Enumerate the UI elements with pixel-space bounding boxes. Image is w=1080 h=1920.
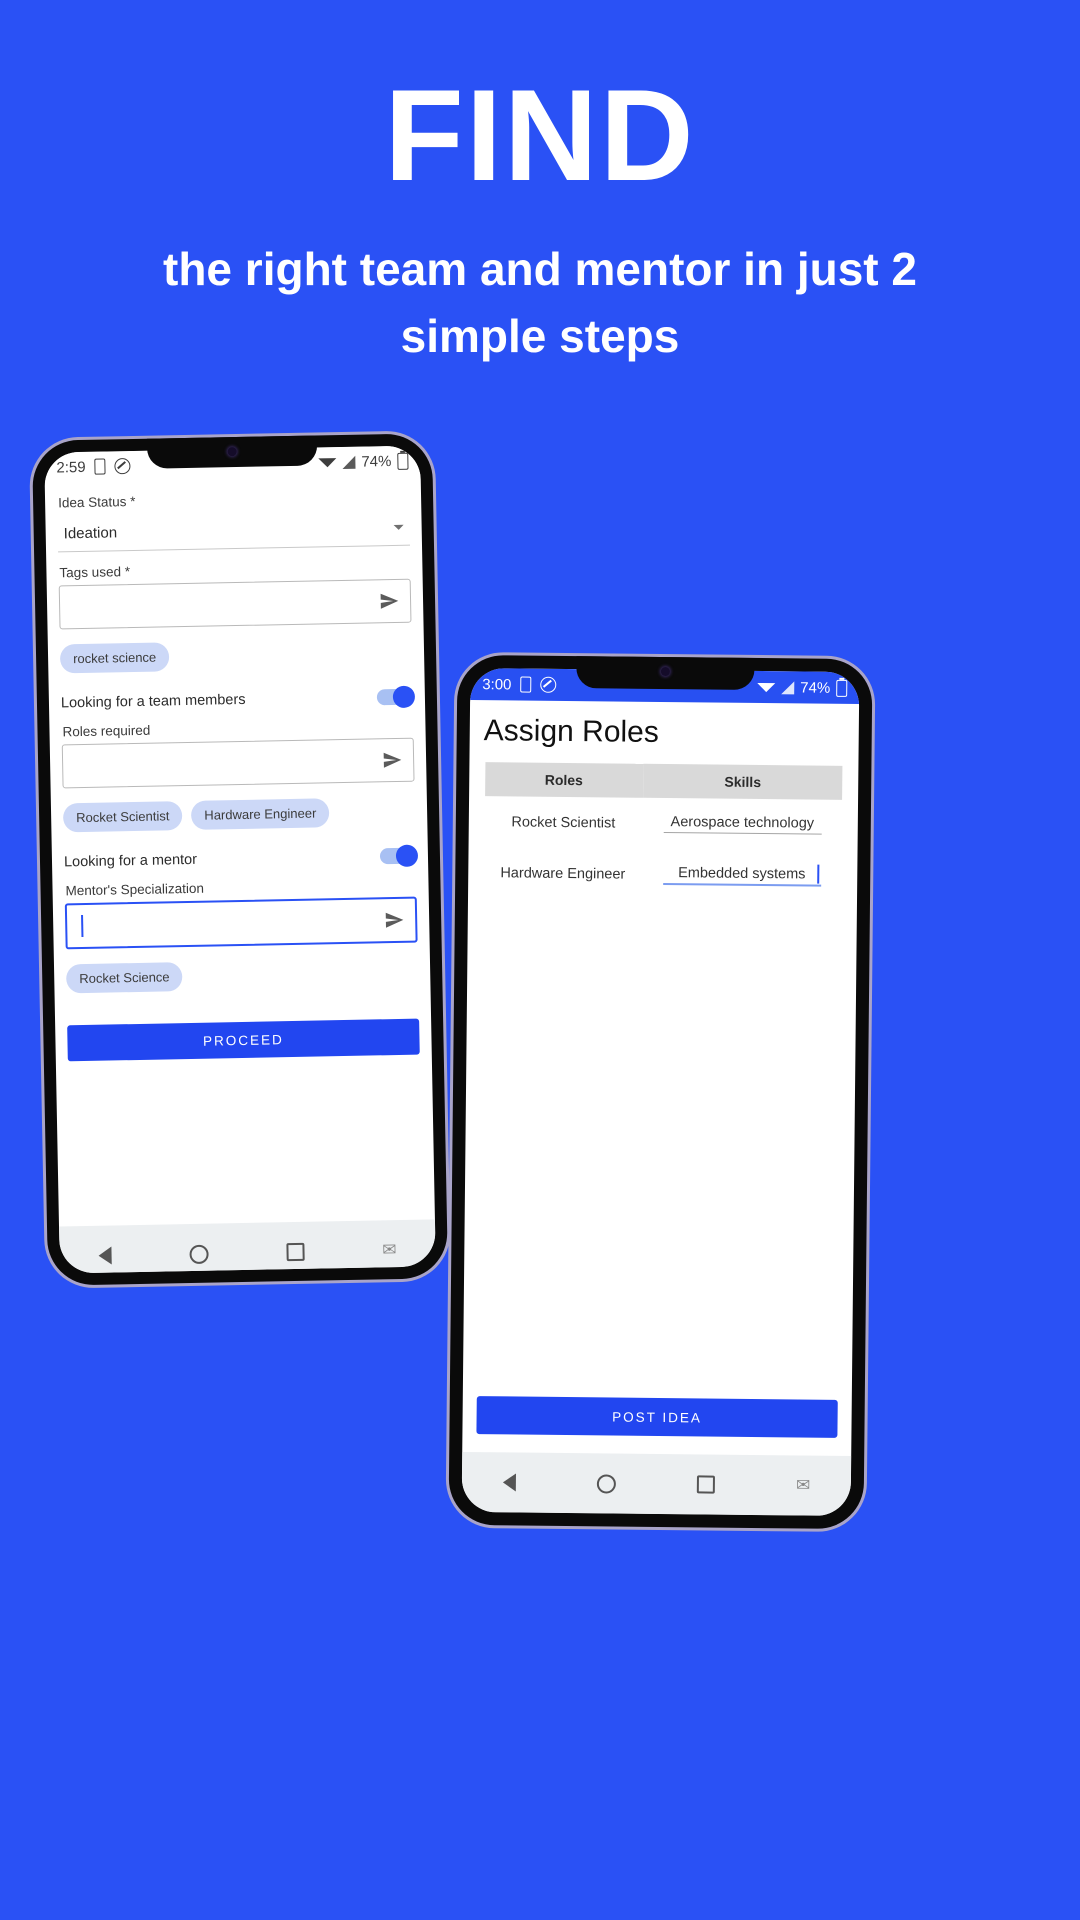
post-idea-button[interactable]: POST IDEA [476,1396,838,1438]
skill-input[interactable]: Embedded systems [662,865,821,887]
phone-icon [94,458,106,475]
roles-chip-row: Rocket Scientist Hardware Engineer [62,797,415,833]
mentor-label: Looking for a mentor [63,851,198,871]
team-members-toggle-row[interactable]: Looking for a team members [60,688,414,712]
battery-percent: 74% [800,678,831,697]
mentor-specialization-label: Mentor's Specialization [65,880,205,899]
back-icon[interactable] [98,1246,112,1265]
dnd-icon [114,458,131,475]
signal-icon [342,455,356,469]
roles-input[interactable] [61,737,415,789]
wifi-icon [318,457,337,467]
left-phone-device: 2:59 74% Idea Status * Ideation Tags use… [31,433,449,1286]
right-nav-bar: ✉ [461,1451,852,1517]
home-icon[interactable] [596,1473,616,1494]
battery-icon [397,452,409,470]
phone-icon [520,676,532,693]
battery-icon [836,679,848,697]
recents-icon[interactable] [696,1475,715,1494]
send-icon[interactable] [381,750,403,770]
skill-input[interactable]: Aerospace technology [663,814,822,835]
text-cursor [81,915,84,938]
column-header-skills: Skills [642,763,843,800]
page-subtitle: the right team and mentor in just 2 simp… [163,243,917,362]
team-members-switch[interactable] [376,688,414,706]
proceed-button[interactable]: PROCEED [67,1018,420,1062]
signal-icon [781,680,795,694]
chevron-down-icon [393,524,404,530]
team-members-label: Looking for a team members [60,691,246,712]
idea-status-select[interactable]: Ideation [57,508,411,553]
mentor-switch[interactable] [379,847,417,865]
wifi-icon [757,682,776,692]
cell-role: Rocket Scientist [511,813,616,832]
status-time: 2:59 [56,458,86,476]
left-phone-screen: 2:59 74% Idea Status * Ideation Tags use… [44,445,436,1274]
left-nav-bar: ✉ [59,1219,436,1274]
send-icon[interactable] [378,591,400,611]
home-icon[interactable] [189,1244,209,1264]
table-row: Rocket Scientist Aerospace technology [484,796,842,851]
tags-used-label: Tags used * [59,564,131,581]
battery-percent: 74% [361,452,392,471]
idea-status-value: Ideation [63,523,118,542]
mentor-chip-row: Rocket Science [65,958,418,994]
idea-form: Idea Status * Ideation Tags used * rocke… [45,488,435,1226]
chip-mentor[interactable]: Rocket Science [65,962,183,994]
status-time: 3:00 [482,675,512,693]
column-header-roles: Roles [484,762,644,798]
accessibility-icon[interactable]: ✉ [382,1240,397,1260]
chip-tag[interactable]: rocket science [59,642,170,674]
right-phone-camera [660,666,670,677]
screen-title: Assign Roles [483,714,660,749]
right-phone-device: 3:00 74% Assign Roles Roles Skills Rocke… [448,654,873,1530]
dnd-icon [540,676,557,693]
mentor-specialization-input[interactable] [64,896,418,950]
chip-role[interactable]: Rocket Scientist [62,801,183,833]
send-icon[interactable] [383,910,405,930]
chip-role[interactable]: Hardware Engineer [191,798,330,830]
roles-required-label: Roles required [62,722,151,740]
roles-skills-table: Roles Skills Rocket Scientist Aerospace … [484,762,843,903]
hero-banner: FIND the right team and mentor in just 2… [0,0,1080,369]
back-icon[interactable] [502,1473,516,1492]
mentor-toggle-row[interactable]: Looking for a mentor [63,847,417,871]
tags-input[interactable] [58,578,412,630]
assign-roles-body: Assign Roles Roles Skills Rocket Scienti… [462,700,859,1456]
table-row: Hardware Engineer Embedded systems [484,847,842,903]
accessibility-icon[interactable]: ✉ [796,1475,810,1495]
page-title: FIND [384,62,696,208]
table-header-row: Roles Skills [484,762,843,800]
cell-role: Hardware Engineer [500,865,626,883]
tags-chip-row: rocket science [59,638,412,674]
right-phone-screen: 3:00 74% Assign Roles Roles Skills Rocke… [461,667,860,1517]
idea-status-label: Idea Status * [57,493,136,511]
recents-icon[interactable] [286,1242,305,1262]
